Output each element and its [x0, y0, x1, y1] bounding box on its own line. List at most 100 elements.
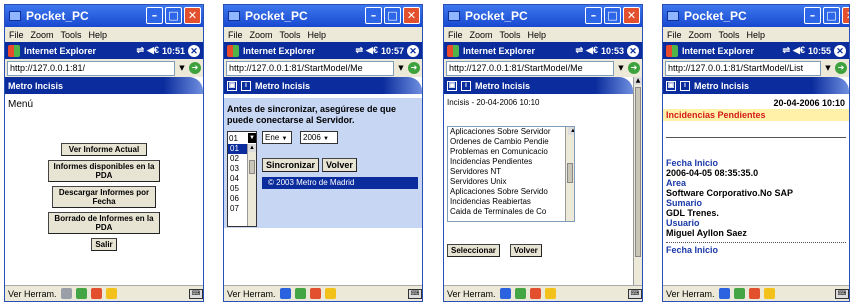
menu-file[interactable]: File	[9, 30, 24, 40]
list-item[interactable]: Ordenes de Cambio Pendie	[448, 137, 574, 147]
menu-zoom[interactable]: Zoom	[250, 30, 273, 40]
tools-menu-label[interactable]: Ver Herram.	[447, 289, 496, 299]
keyboard-icon[interactable]: ⌨	[189, 288, 203, 299]
chevron-down-icon[interactable]: ▼	[248, 133, 256, 143]
tools-menu-label[interactable]: Ver Herram.	[227, 289, 276, 299]
delete-reports-button[interactable]: Borrado de Informes en la PDA	[48, 212, 160, 234]
diamond-icon[interactable]	[60, 288, 72, 299]
day-option[interactable]: 07	[228, 204, 248, 214]
close-button[interactable]: ✕	[403, 7, 420, 24]
menu-help[interactable]: Help	[747, 30, 766, 40]
refresh-icon[interactable]	[75, 288, 87, 299]
day-option[interactable]: 02	[228, 154, 248, 164]
select-button[interactable]: Seleccionar	[447, 244, 500, 257]
minimize-button[interactable]: –	[804, 7, 821, 24]
clock[interactable]: 10:55	[808, 46, 831, 56]
info-icon[interactable]: i	[241, 80, 251, 91]
volume-icon[interactable]: ◀€	[366, 45, 378, 56]
menu-help[interactable]: Help	[89, 30, 108, 40]
list-scrollbar[interactable]: ▲	[565, 127, 574, 221]
maximize-button[interactable]: □	[823, 7, 840, 24]
home-icon[interactable]	[748, 288, 760, 299]
day-scrollbar[interactable]: ▲	[247, 144, 256, 226]
tools-menu-label[interactable]: Ver Herram.	[666, 289, 715, 299]
chevron-down-icon[interactable]: ▼	[616, 61, 626, 76]
day-option[interactable]: 06	[228, 194, 248, 204]
month-select[interactable]: Ene ▼	[262, 131, 292, 144]
list-item[interactable]: Aplicaciones Sobre Servido	[448, 187, 574, 197]
go-icon[interactable]: ➜	[408, 62, 420, 74]
close-icon[interactable]: ✕	[834, 44, 846, 57]
close-icon[interactable]: ✕	[188, 44, 200, 57]
favorites-icon[interactable]	[544, 288, 556, 299]
minimize-button[interactable]: –	[585, 7, 602, 24]
refresh-icon[interactable]	[294, 288, 306, 299]
url-input[interactable]	[446, 60, 614, 76]
chevron-down-icon[interactable]: ▼	[823, 61, 833, 76]
back-button[interactable]: Volver	[509, 244, 542, 257]
menu-tools[interactable]: Tools	[61, 30, 82, 40]
home-icon[interactable]	[529, 288, 541, 299]
home-icon[interactable]	[90, 288, 102, 299]
category-list[interactable]: Aplicaciones Sobre Servidor Ordenes de C…	[447, 126, 575, 222]
clock[interactable]: 10:53	[601, 46, 624, 56]
menu-tools[interactable]: Tools	[719, 30, 740, 40]
year-select[interactable]: 2006 ▼	[300, 131, 338, 144]
menu-help[interactable]: Help	[528, 30, 547, 40]
day-option[interactable]: 05	[228, 184, 248, 194]
clock[interactable]: 10:51	[162, 46, 185, 56]
signal-icon[interactable]: ⇌	[136, 45, 144, 56]
close-button[interactable]: ✕	[842, 7, 849, 24]
exit-button[interactable]: Salir	[91, 238, 117, 251]
menu-help[interactable]: Help	[308, 30, 327, 40]
day-option[interactable]: 04	[228, 174, 248, 184]
page-icon[interactable]: ▣	[666, 80, 676, 91]
volume-icon[interactable]: ◀€	[793, 45, 805, 56]
home-icon[interactable]	[309, 288, 321, 299]
close-icon[interactable]: ✕	[407, 44, 419, 57]
day-option[interactable]: 03	[228, 164, 248, 174]
page-scrollbar[interactable]: ▲	[633, 77, 642, 285]
list-item[interactable]: Aplicaciones Sobre Servidor	[448, 127, 574, 137]
clock[interactable]: 10:57	[381, 46, 404, 56]
go-icon[interactable]: ➜	[189, 62, 201, 74]
day-select[interactable]: 01 ▼ 01 02 03 04 05 06 07 ▲	[227, 131, 257, 227]
info-icon[interactable]: i	[461, 80, 471, 91]
maximize-button[interactable]: □	[165, 7, 182, 24]
diamond-icon[interactable]	[718, 288, 730, 299]
list-item[interactable]: Incidencias Reabiertas	[448, 197, 574, 207]
signal-icon[interactable]: ⇌	[575, 45, 583, 56]
maximize-button[interactable]: □	[604, 7, 621, 24]
diamond-icon[interactable]	[279, 288, 291, 299]
info-icon[interactable]: i	[680, 80, 690, 91]
menu-file[interactable]: File	[667, 30, 682, 40]
keyboard-icon[interactable]: ⌨	[628, 288, 642, 299]
menu-tools[interactable]: Tools	[280, 30, 301, 40]
menu-file[interactable]: File	[448, 30, 463, 40]
go-icon[interactable]: ➜	[835, 62, 847, 74]
day-option[interactable]: 01	[228, 144, 248, 154]
download-reports-button[interactable]: Descargar Informes por Fecha	[52, 186, 156, 208]
close-button[interactable]: ✕	[184, 7, 201, 24]
chevron-down-icon[interactable]: ▼	[177, 61, 187, 76]
reports-on-pda-button[interactable]: Informes disponibles en la PDA	[48, 160, 160, 182]
list-item[interactable]: Caida de Terminales de Co	[448, 207, 574, 217]
list-item[interactable]: Incidencias Pendientes	[448, 157, 574, 167]
windows-flag-icon[interactable]	[666, 44, 678, 57]
volume-icon[interactable]: ◀€	[147, 45, 159, 56]
refresh-icon[interactable]	[733, 288, 745, 299]
windows-flag-icon[interactable]	[8, 44, 20, 57]
minimize-button[interactable]: –	[365, 7, 382, 24]
list-item[interactable]: Servidores NT	[448, 167, 574, 177]
keyboard-icon[interactable]: ⌨	[408, 288, 422, 299]
signal-icon[interactable]: ⇌	[355, 45, 363, 56]
view-current-report-button[interactable]: Ver Informe Actual	[61, 143, 147, 156]
list-item[interactable]: Problemas en Comunicacio	[448, 147, 574, 157]
back-button[interactable]: Volver	[322, 158, 357, 172]
tools-menu-label[interactable]: Ver Herram.	[8, 289, 57, 299]
minimize-button[interactable]: –	[146, 7, 163, 24]
page-icon[interactable]: ▣	[227, 80, 237, 91]
windows-flag-icon[interactable]	[447, 44, 459, 57]
page-icon[interactable]: ▣	[447, 80, 457, 91]
close-icon[interactable]: ✕	[627, 44, 639, 57]
